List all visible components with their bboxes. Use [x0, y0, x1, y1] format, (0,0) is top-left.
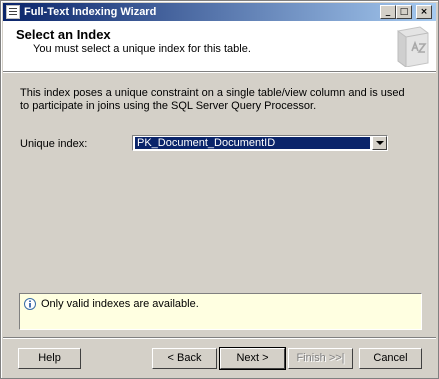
message-text: Only valid indexes are available. [41, 298, 199, 310]
unique-index-label: Unique index: [20, 138, 88, 150]
chevron-down-icon[interactable] [372, 136, 387, 150]
page-title: Select an Index [16, 27, 111, 42]
window-title: Full-Text Indexing Wizard [24, 6, 157, 18]
wizard-header: Select an Index You must select a unique… [3, 21, 436, 72]
minimize-button[interactable]: _ [380, 5, 396, 19]
description-text: This index poses a unique constraint on … [20, 87, 405, 112]
cancel-button[interactable]: Cancel [359, 348, 422, 369]
unique-index-value[interactable]: PK_Document_DocumentID [135, 137, 370, 149]
message-box: Only valid indexes are available. [19, 293, 422, 330]
back-button[interactable]: < Back [152, 348, 217, 369]
wizard-window: Full-Text Indexing Wizard _ □ × Select a… [0, 0, 439, 379]
maximize-button[interactable]: □ [396, 5, 412, 19]
help-button[interactable]: Help [18, 348, 81, 369]
info-icon [24, 298, 36, 310]
close-button[interactable]: × [416, 5, 432, 19]
unique-index-dropdown[interactable]: PK_Document_DocumentID [132, 135, 388, 151]
next-button[interactable]: Next > [219, 347, 286, 370]
header-separator [3, 72, 436, 73]
page-subtitle: You must select a unique index for this … [33, 43, 251, 55]
document-icon [6, 5, 20, 19]
title-bar[interactable]: Full-Text Indexing Wizard _ □ × [3, 3, 436, 21]
book-az-icon [397, 26, 429, 67]
finish-button[interactable]: Finish >>| [288, 348, 353, 369]
footer-separator [3, 337, 436, 339]
